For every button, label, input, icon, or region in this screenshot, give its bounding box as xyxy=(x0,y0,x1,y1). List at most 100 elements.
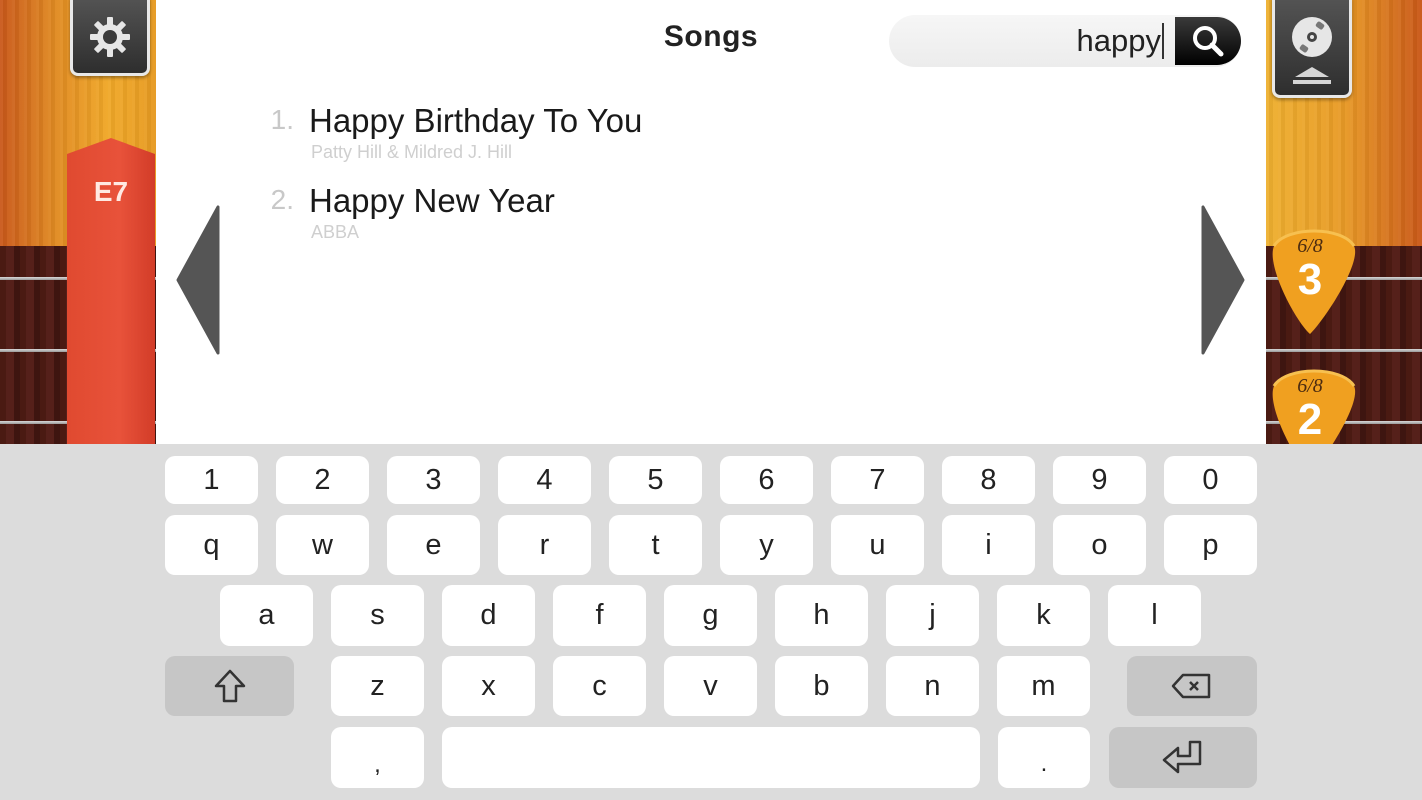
key-label: 5 xyxy=(647,463,664,496)
key-r[interactable]: r xyxy=(498,515,591,575)
song-artist: Patty Hill & Mildred J. Hill xyxy=(311,142,513,162)
key-4[interactable]: 4 xyxy=(498,456,591,504)
key-7[interactable]: 7 xyxy=(831,456,924,504)
settings-button[interactable] xyxy=(70,0,150,76)
key-0[interactable]: 0 xyxy=(1164,456,1257,504)
key-v[interactable]: v xyxy=(664,656,757,716)
key-label: q xyxy=(203,528,220,561)
key-label: b xyxy=(813,669,830,702)
gear-icon xyxy=(90,17,130,57)
key-label: r xyxy=(539,528,550,561)
key-i[interactable]: i xyxy=(942,515,1035,575)
key-label: e xyxy=(425,528,442,561)
app-screen: E7 6/8 3 6/8 2 Songs happy 1. Happy Birt… xyxy=(0,0,1422,800)
key-label: 1 xyxy=(203,463,220,496)
key-b[interactable]: b xyxy=(775,656,868,716)
key-label: w xyxy=(312,528,333,561)
key-label: 0 xyxy=(1202,463,1219,496)
key-label: z xyxy=(370,669,385,702)
key-c[interactable]: c xyxy=(553,656,646,716)
search-input[interactable] xyxy=(909,21,1161,61)
key-label: u xyxy=(869,528,886,561)
key-label: t xyxy=(651,528,660,561)
key-n[interactable]: n xyxy=(886,656,979,716)
key-label: i xyxy=(985,528,992,561)
key-g[interactable]: g xyxy=(664,585,757,646)
key-w[interactable]: w xyxy=(276,515,369,575)
key-label: x xyxy=(481,669,496,702)
key-comma[interactable]: , xyxy=(331,727,424,788)
backspace-icon xyxy=(1171,673,1211,699)
key-f[interactable]: f xyxy=(553,585,646,646)
key-5[interactable]: 5 xyxy=(609,456,702,504)
key-label: 7 xyxy=(869,463,886,496)
pick-time-signature: 6/8 xyxy=(1297,235,1323,257)
key-y[interactable]: y xyxy=(720,515,813,575)
shift-arrow-icon xyxy=(214,669,245,703)
key-q[interactable]: q xyxy=(165,515,258,575)
key-label: f xyxy=(595,599,604,631)
key-s[interactable]: s xyxy=(331,585,424,646)
key-label: j xyxy=(929,599,936,631)
key-t[interactable]: t xyxy=(609,515,702,575)
key-label: g xyxy=(702,599,719,631)
key-label: c xyxy=(592,669,607,702)
strum-pick-1[interactable]: 6/8 3 xyxy=(1266,226,1362,336)
key-label: . xyxy=(1040,749,1048,777)
key-x[interactable]: x xyxy=(442,656,535,716)
key-label: a xyxy=(258,599,275,631)
key-a[interactable]: a xyxy=(220,585,313,646)
search-button[interactable] xyxy=(1175,17,1241,65)
key-2[interactable]: 2 xyxy=(276,456,369,504)
pick-count: 3 xyxy=(1298,255,1322,304)
enter-icon xyxy=(1162,740,1202,773)
on-screen-keyboard: 1234567890 qwertyuiop asdfghjkl zxcvbnm … xyxy=(0,444,1422,800)
text-caret xyxy=(1162,23,1164,59)
key-o[interactable]: o xyxy=(1053,515,1146,575)
key-6[interactable]: 6 xyxy=(720,456,813,504)
key-3[interactable]: 3 xyxy=(387,456,480,504)
key-label: l xyxy=(1151,599,1158,631)
key-h[interactable]: h xyxy=(775,585,868,646)
key-z[interactable]: z xyxy=(331,656,424,716)
key-1[interactable]: 1 xyxy=(165,456,258,504)
song-artist: ABBA xyxy=(311,222,360,242)
songs-button[interactable] xyxy=(1272,0,1352,98)
key-9[interactable]: 9 xyxy=(1053,456,1146,504)
key-8[interactable]: 8 xyxy=(942,456,1035,504)
space-key[interactable] xyxy=(442,727,980,788)
song-title: Happy New Year xyxy=(309,182,555,219)
pick-time-signature: 6/8 xyxy=(1297,375,1323,397)
enter-key[interactable] xyxy=(1109,727,1257,788)
key-k[interactable]: k xyxy=(997,585,1090,646)
song-title: Happy Birthday To You xyxy=(309,102,643,139)
key-label: 9 xyxy=(1091,463,1108,496)
key-label: d xyxy=(480,599,497,631)
key-m[interactable]: m xyxy=(997,656,1090,716)
triangle-right-icon xyxy=(1201,205,1245,355)
key-label: h xyxy=(813,599,830,631)
song-number: 2. xyxy=(270,184,294,215)
key-label: 8 xyxy=(980,463,997,496)
strum-pick-2[interactable]: 6/8 2 xyxy=(1266,366,1362,444)
next-page-button[interactable] xyxy=(1201,205,1245,355)
disc-eject-icon xyxy=(1292,17,1332,84)
key-e[interactable]: e xyxy=(387,515,480,575)
triangle-left-icon xyxy=(176,205,220,355)
key-u[interactable]: u xyxy=(831,515,924,575)
previous-page-button[interactable] xyxy=(176,205,220,355)
key-label: k xyxy=(1036,599,1051,631)
shift-key[interactable] xyxy=(165,656,294,716)
key-p[interactable]: p xyxy=(1164,515,1257,575)
key-period[interactable]: . xyxy=(998,727,1090,788)
key-label: , xyxy=(374,750,381,778)
pick-count: 2 xyxy=(1298,395,1322,444)
key-l[interactable]: l xyxy=(1108,585,1201,646)
key-j[interactable]: j xyxy=(886,585,979,646)
search-icon xyxy=(1193,26,1224,57)
chord-label: E7 xyxy=(93,176,129,207)
backspace-key[interactable] xyxy=(1127,656,1257,716)
key-d[interactable]: d xyxy=(442,585,535,646)
key-label: m xyxy=(1031,669,1056,702)
key-label: p xyxy=(1202,528,1219,561)
